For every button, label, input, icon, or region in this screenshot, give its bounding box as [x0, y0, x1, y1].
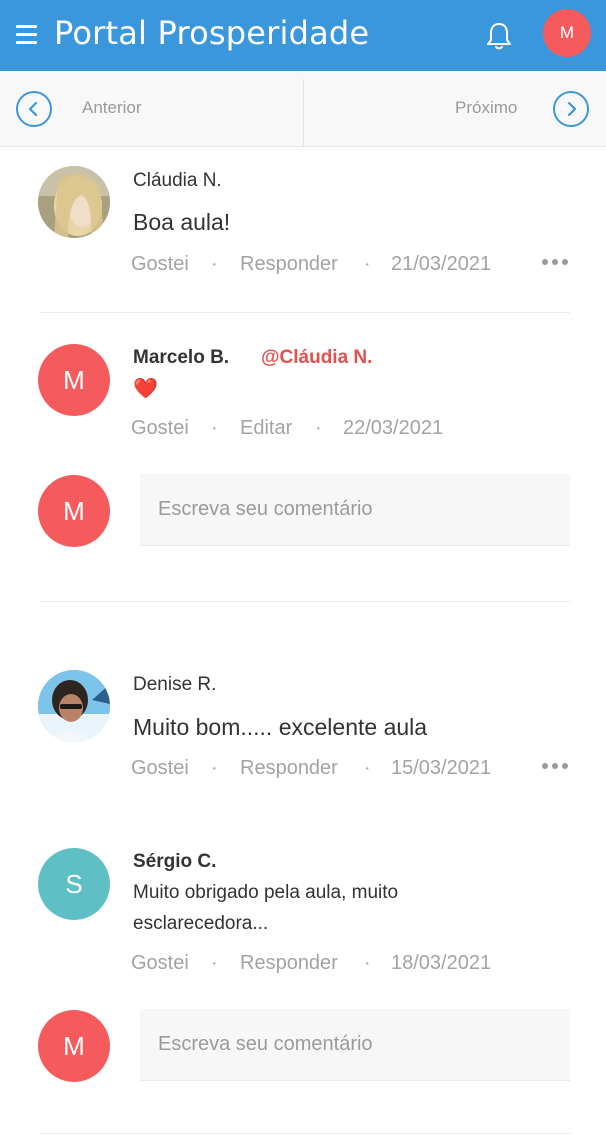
- pager-divider: [303, 79, 304, 147]
- reply-text-line2: esclarecedora...: [133, 913, 269, 934]
- divider: [40, 312, 570, 313]
- reply-button[interactable]: Responder: [240, 253, 338, 276]
- hamburger-menu-icon[interactable]: [16, 25, 37, 44]
- divider: [40, 601, 570, 602]
- avatar-marcelo: M: [38, 344, 110, 416]
- reply-button[interactable]: Responder: [240, 952, 338, 975]
- next-label[interactable]: Próximo: [455, 98, 517, 118]
- app-title: Portal Prosperidade: [54, 14, 370, 52]
- comment-text: Boa aula!: [133, 209, 231, 235]
- mention-link[interactable]: @Cláudia N.: [261, 347, 372, 369]
- more-options-icon[interactable]: [542, 761, 568, 771]
- next-button[interactable]: [553, 91, 589, 127]
- more-options-icon[interactable]: [542, 257, 568, 267]
- like-button[interactable]: Gostei: [131, 757, 189, 780]
- comment-date: 21/03/2021: [391, 253, 492, 275]
- reply-date: 22/03/2021: [343, 417, 444, 439]
- previous-label[interactable]: Anterior: [82, 98, 142, 118]
- like-button[interactable]: Gostei: [131, 253, 189, 276]
- reply-button[interactable]: Responder: [240, 757, 338, 780]
- lesson-pager: Anterior Próximo: [0, 71, 606, 147]
- separator-dot: ·: [315, 417, 322, 439]
- avatar-claudia: [38, 166, 110, 238]
- like-button[interactable]: Gostei: [131, 952, 189, 975]
- current-user-avatar: M: [38, 1010, 110, 1082]
- previous-button[interactable]: [16, 91, 52, 127]
- comment-author: Denise R.: [133, 674, 217, 695]
- reply-date: 18/03/2021: [391, 952, 492, 974]
- separator-dot: ·: [364, 952, 371, 974]
- separator-dot: ·: [211, 253, 218, 275]
- reply-author: Sérgio C.: [133, 851, 217, 872]
- edit-button[interactable]: Editar: [240, 417, 292, 440]
- bell-icon[interactable]: [484, 20, 514, 52]
- comment-text: Muito bom..... excelente aula: [133, 714, 428, 740]
- reply-author: Marcelo B.: [133, 347, 230, 368]
- comment-input[interactable]: Escreva seu comentário: [140, 474, 570, 546]
- chevron-left-icon: [28, 101, 38, 117]
- like-button[interactable]: Gostei: [131, 417, 189, 440]
- separator-dot: ·: [364, 757, 371, 779]
- separator-dot: ·: [211, 757, 218, 779]
- divider: [40, 1133, 570, 1134]
- chevron-right-icon: [567, 101, 577, 117]
- separator-dot: ·: [211, 417, 218, 439]
- avatar-sergio: S: [38, 848, 110, 920]
- current-user-avatar: M: [38, 475, 110, 547]
- avatar-denise: [38, 670, 110, 742]
- user-avatar[interactable]: M: [543, 9, 591, 57]
- heart-emoji: ❤️: [133, 378, 158, 400]
- app-header: Portal Prosperidade M: [0, 0, 606, 71]
- reply-text-line1: Muito obrigado pela aula, muito: [133, 882, 399, 903]
- comment-date: 15/03/2021: [391, 757, 492, 779]
- separator-dot: ·: [211, 952, 218, 974]
- comment-author: Cláudia N.: [133, 170, 222, 191]
- comment-input[interactable]: Escreva seu comentário: [140, 1009, 570, 1081]
- separator-dot: ·: [364, 253, 371, 275]
